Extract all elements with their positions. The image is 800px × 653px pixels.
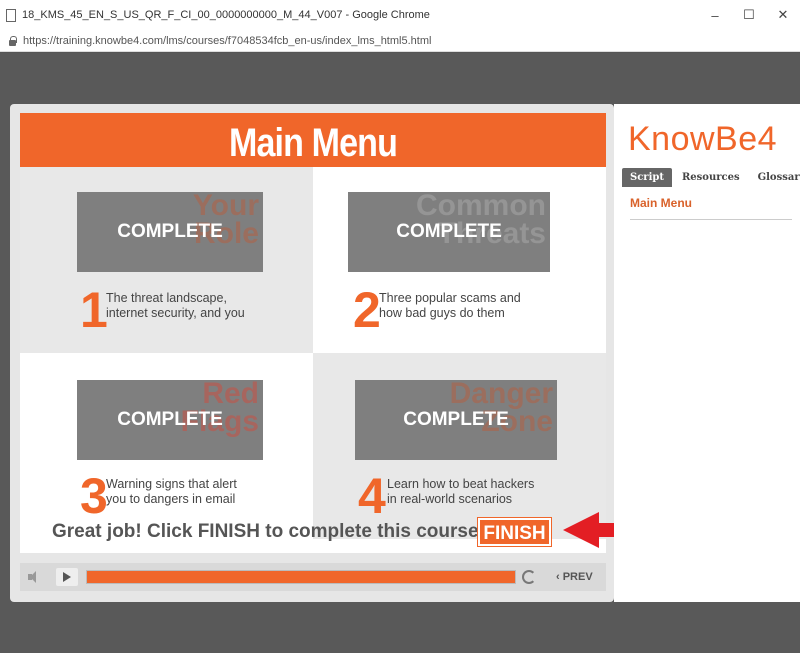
module-4-description: Learn how to beat hackers in real-world … xyxy=(387,477,534,507)
completion-message: Great job! Click FINISH to complete this… xyxy=(52,521,484,542)
progress-bar[interactable] xyxy=(86,570,516,584)
address-bar[interactable]: https://training.knowbe4.com/lms/courses… xyxy=(0,30,800,52)
module-3-thumbnail[interactable]: Red Flags COMPLETE xyxy=(77,380,263,460)
module-1-line-1: The threat landscape, xyxy=(106,291,227,305)
slide-title: Main Menu xyxy=(228,121,398,165)
module-2-number: 2 xyxy=(353,282,381,338)
module-1-thumbnail[interactable]: Your Role COMPLETE xyxy=(77,192,263,272)
maximize-button[interactable]: ☐ xyxy=(732,7,766,23)
sidebar-tabs: Script Resources Glossary xyxy=(622,168,800,187)
play-icon xyxy=(63,572,71,582)
module-1-complete-badge: COMPLETE xyxy=(77,192,263,272)
volume-icon[interactable] xyxy=(28,571,40,583)
module-1-description: The threat landscape, internet security,… xyxy=(106,291,245,321)
course-slide: Main Menu Your Role COMPLETE 1 The threa… xyxy=(20,113,606,553)
module-1-number: 1 xyxy=(80,282,108,338)
url-text[interactable]: https://training.knowbe4.com/lms/courses… xyxy=(23,35,431,47)
module-2-description: Three popular scams and how bad guys do … xyxy=(379,291,521,321)
window-title: 18_KMS_45_EN_S_US_QR_F_CI_00_0000000000_… xyxy=(22,9,430,21)
prev-button[interactable]: ‹ PREV xyxy=(556,571,593,583)
page-bottom-area xyxy=(0,602,800,653)
module-2-line-2: how bad guys do them xyxy=(379,306,505,320)
tab-glossary[interactable]: Glossary xyxy=(750,168,800,187)
module-4-line-1: Learn how to beat hackers xyxy=(387,477,535,491)
module-3[interactable]: Red Flags COMPLETE 3 Warning signs that … xyxy=(20,353,313,539)
sidebar: KnowBe4 Script Resources Glossary Main M… xyxy=(614,104,800,602)
finish-button[interactable]: FINISH xyxy=(478,518,551,546)
slide-header: Main Menu xyxy=(20,113,606,167)
module-4-complete-badge: COMPLETE xyxy=(355,380,557,460)
module-3-line-2: you to dangers in email xyxy=(106,492,236,506)
browser-title-bar: 18_KMS_45_EN_S_US_QR_F_CI_00_0000000000_… xyxy=(0,0,800,30)
play-button[interactable] xyxy=(56,568,78,586)
divider xyxy=(630,219,792,220)
module-3-number: 3 xyxy=(80,468,108,524)
minimize-button[interactable]: – xyxy=(698,8,732,23)
progress-fill xyxy=(87,571,515,583)
knowbe4-logo: KnowBe4 xyxy=(628,120,778,158)
module-2-line-1: Three popular scams and xyxy=(379,291,521,305)
module-3-description: Warning signs that alert you to dangers … xyxy=(106,477,237,507)
module-2[interactable]: Common Threats COMPLETE 2 Three popular … xyxy=(313,167,606,353)
replay-icon[interactable] xyxy=(522,570,536,584)
tab-resources[interactable]: Resources xyxy=(674,168,748,187)
module-1[interactable]: Your Role COMPLETE 1 The threat landscap… xyxy=(20,167,313,353)
close-button[interactable]: ✕ xyxy=(766,7,800,23)
tab-script[interactable]: Script xyxy=(622,168,672,187)
page-icon xyxy=(6,8,16,22)
module-4-thumbnail[interactable]: Danger Zone COMPLETE xyxy=(355,380,557,460)
lock-icon xyxy=(8,35,17,46)
module-4-number: 4 xyxy=(358,468,386,524)
script-item-main-menu[interactable]: Main Menu xyxy=(630,196,692,210)
module-3-complete-badge: COMPLETE xyxy=(77,380,263,460)
module-3-line-1: Warning signs that alert xyxy=(106,477,237,491)
player-controls: ‹ PREV xyxy=(20,563,606,591)
module-4-line-2: in real-world scenarios xyxy=(387,492,513,506)
module-2-thumbnail[interactable]: Common Threats COMPLETE xyxy=(348,192,550,272)
module-1-line-2: internet security, and you xyxy=(106,306,245,320)
module-2-complete-badge: COMPLETE xyxy=(348,192,550,272)
